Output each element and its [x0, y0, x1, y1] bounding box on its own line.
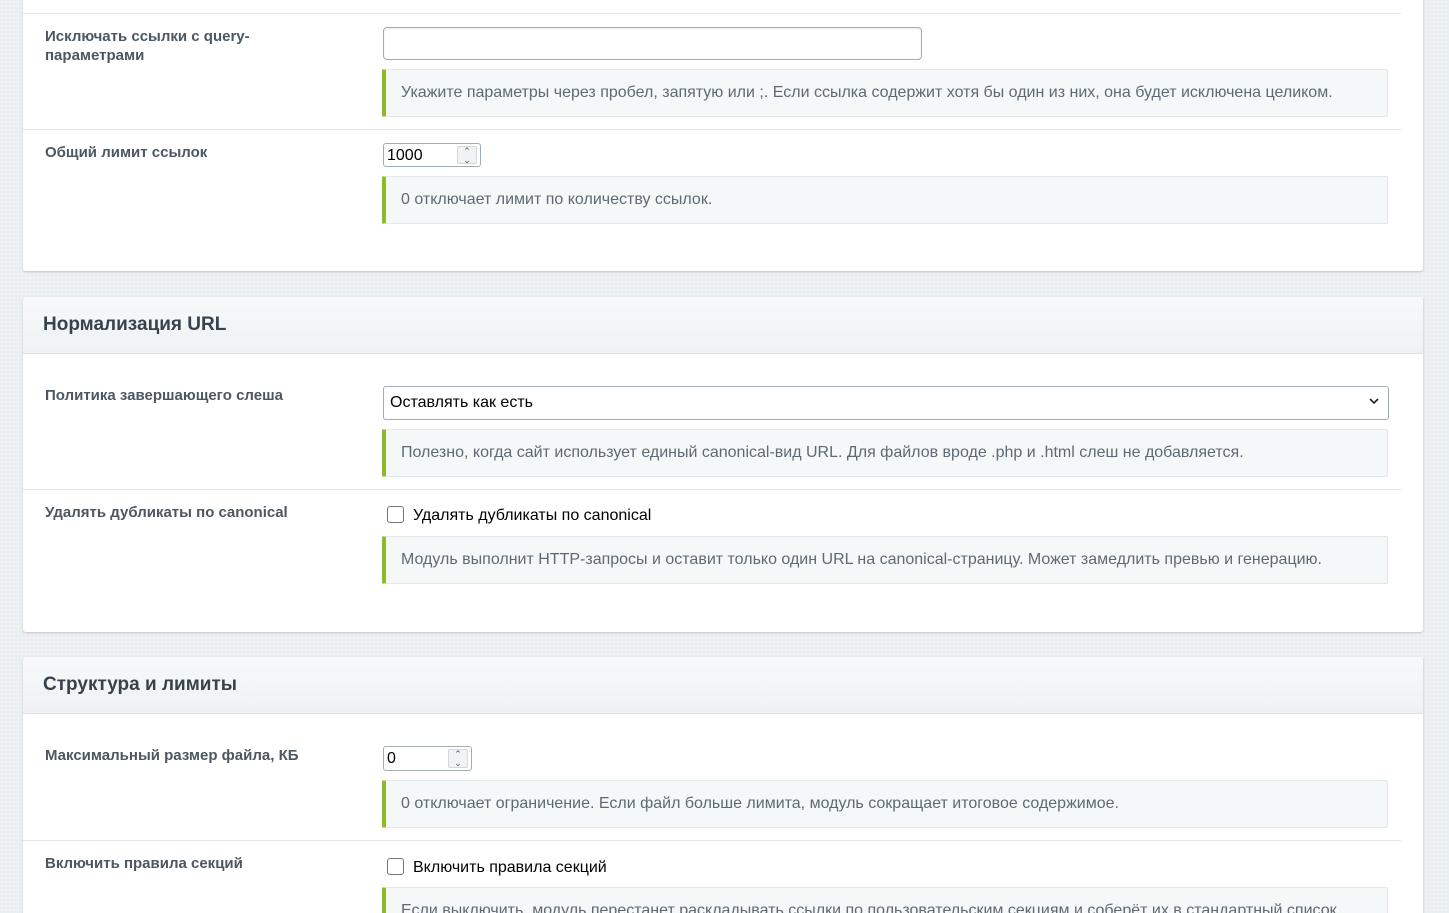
section-rules-checkbox[interactable]: [387, 858, 404, 875]
chevron-down-icon: [1369, 398, 1379, 405]
trailing-slash-hint: Полезно, когда сайт использует единый ca…: [382, 429, 1388, 477]
row-separator: [23, 489, 1401, 490]
trailing-slash-selected: Оставлять как есть: [390, 394, 533, 411]
section-rules-label: Включить правила секций: [45, 855, 243, 872]
section-rules-hint: Если выключить, модуль перестанет раскла…: [382, 887, 1388, 913]
canonical-dedupe-checkbox[interactable]: [387, 506, 404, 523]
trailing-slash-select[interactable]: Оставлять как есть: [383, 386, 1389, 420]
link-limit-value: 1000: [387, 147, 423, 164]
url-normalization-title: Нормализация URL: [43, 314, 227, 335]
max-file-size-hint: 0 отключает ограничение. Если файл больш…: [382, 780, 1388, 828]
max-file-size-input[interactable]: 0 ⌃ ⌄: [383, 746, 472, 771]
link-limit-hint: 0 отключает лимит по количеству ссылок.: [382, 176, 1388, 224]
link-limit-spinner[interactable]: ⌃ ⌄: [457, 146, 477, 165]
exclude-query-hint: Укажите параметры через пробел, запятую …: [382, 69, 1388, 117]
spin-down-icon[interactable]: ⌄: [449, 759, 467, 768]
max-file-size-label: Максимальный размер файла, КБ: [45, 747, 299, 764]
link-limit-input[interactable]: 1000 ⌃ ⌄: [383, 143, 481, 167]
row-separator: [23, 129, 1401, 130]
section-rules-checkbox-label[interactable]: Включить правила секций: [413, 859, 607, 877]
exclude-query-input[interactable]: [383, 27, 922, 60]
structure-limits-header: Структура и лимиты: [23, 657, 1423, 714]
canonical-dedupe-checkbox-label[interactable]: Удалять дубликаты по canonical: [413, 507, 651, 525]
row-separator: [23, 840, 1401, 841]
links-settings-card: Исключать ссылки с query-параметрами Ука…: [23, 0, 1423, 271]
max-file-size-value: 0: [387, 750, 396, 767]
exclude-query-label: Исключать ссылки с query-параметрами: [45, 28, 250, 64]
structure-limits-title: Структура и лимиты: [43, 674, 237, 695]
url-normalization-card: Нормализация URL Политика завершающего с…: [23, 297, 1423, 632]
link-limit-label: Общий лимит ссылок: [45, 144, 208, 161]
canonical-dedupe-hint: Модуль выполнит HTTP-запросы и оставит т…: [382, 536, 1388, 584]
url-normalization-header: Нормализация URL: [23, 297, 1423, 354]
trailing-slash-label: Политика завершающего слеша: [45, 387, 283, 404]
row-separator: [23, 13, 1401, 14]
canonical-dedupe-label: Удалять дубликаты по canonical: [45, 504, 288, 521]
max-file-size-spinner[interactable]: ⌃ ⌄: [448, 749, 468, 768]
structure-limits-card: Структура и лимиты Максимальный размер ф…: [23, 657, 1423, 913]
spin-down-icon[interactable]: ⌄: [458, 156, 476, 165]
